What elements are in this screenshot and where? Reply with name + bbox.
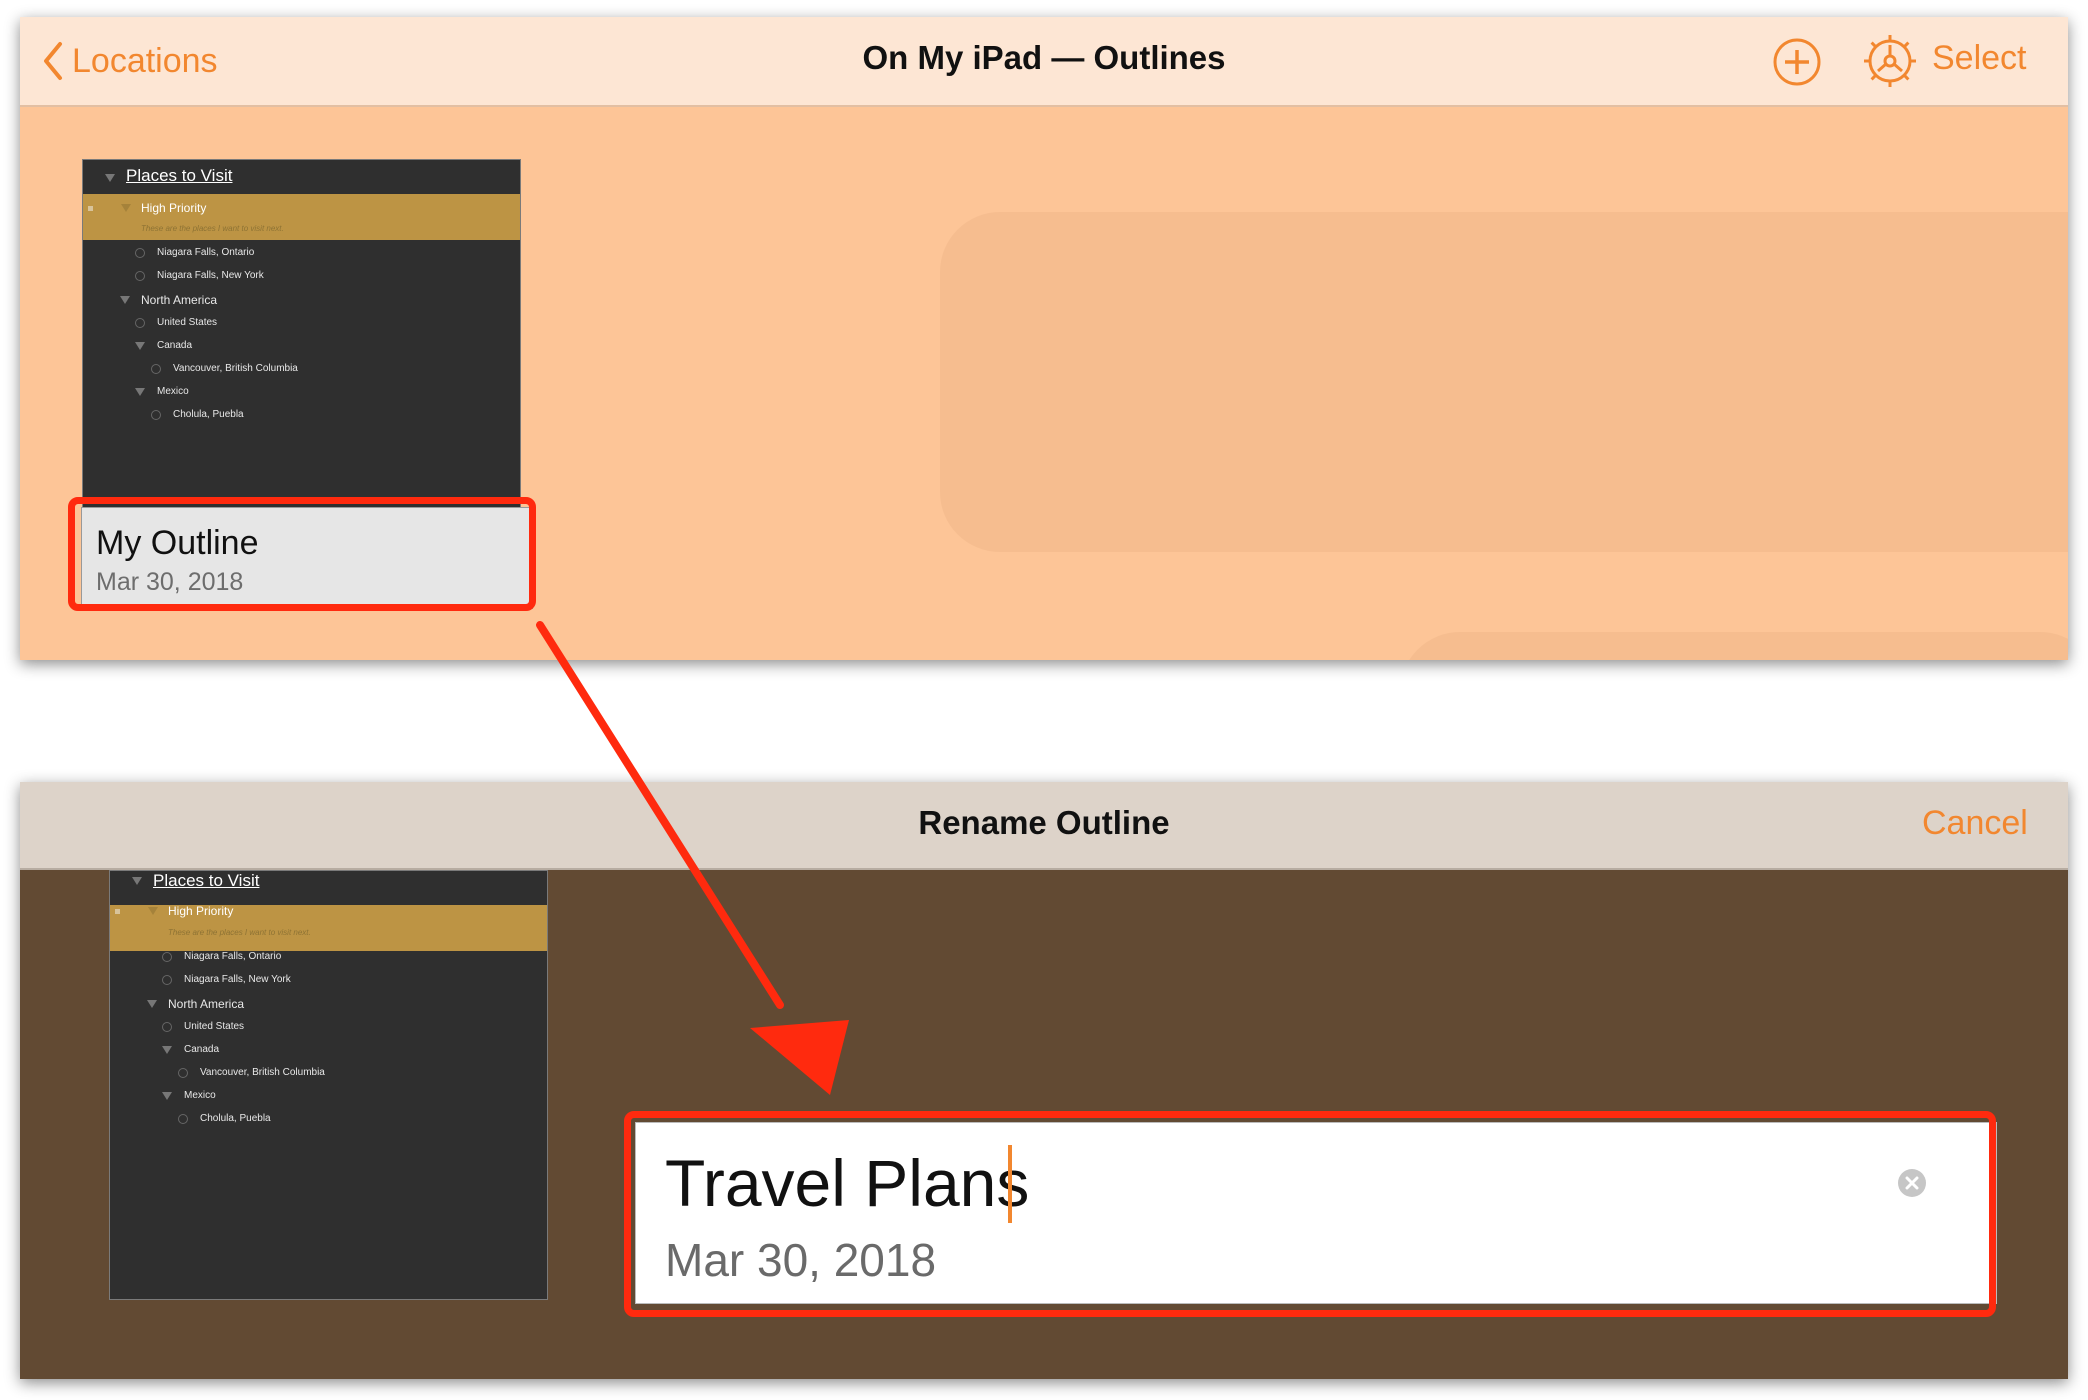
plus-circle-icon (1773, 38, 1821, 86)
select-button[interactable]: Select (1932, 39, 2027, 78)
disclosure-triangle-icon (132, 877, 142, 885)
cancel-button[interactable]: Cancel (1922, 804, 2028, 843)
preview-item: Niagara Falls, Ontario (184, 951, 282, 962)
disclosure-triangle-icon (105, 174, 115, 182)
settings-button[interactable] (1860, 31, 1920, 96)
preview-note: These are the places I want to visit nex… (141, 224, 284, 233)
preview-item: Vancouver, British Columbia (200, 1067, 325, 1078)
preview-item: Mexico (157, 386, 189, 397)
outline-preview-thumbnail: Places to Visit High Priority These are … (109, 870, 548, 1300)
gear-icon (1864, 35, 1916, 87)
bullet-icon (151, 364, 161, 374)
preview-item: Niagara Falls, Ontario (157, 247, 255, 258)
bullet-icon (162, 975, 172, 985)
preview-item: Niagara Falls, New York (157, 270, 264, 281)
page-title: On My iPad — Outlines (862, 39, 1226, 76)
preview-item: United States (184, 1021, 245, 1032)
preview-title: Places to Visit (126, 166, 233, 185)
background-decoration (940, 212, 2068, 552)
highlight-box (68, 497, 536, 611)
bullet-icon (135, 318, 145, 328)
disclosure-triangle-icon (147, 1000, 157, 1008)
preview-note: These are the places I want to visit nex… (168, 928, 311, 937)
disclosure-triangle-icon (120, 296, 130, 304)
row-handle-icon (115, 909, 120, 914)
disclosure-triangle-icon (121, 204, 131, 212)
bullet-icon (178, 1068, 188, 1078)
bullet-icon (162, 952, 172, 962)
preview-item: Canada (184, 1044, 220, 1055)
preview-high-priority: High Priority (168, 904, 234, 918)
preview-item: Mexico (184, 1090, 216, 1101)
navigation-bar: Locations On My iPad — Outlines Select (20, 17, 2068, 107)
preview-item: Niagara Falls, New York (184, 974, 291, 985)
bullet-icon (151, 410, 161, 420)
bullet-icon (135, 248, 145, 258)
preview-item: Vancouver, British Columbia (173, 363, 298, 374)
highlight-box (624, 1111, 1996, 1317)
navigation-bar: Rename Outline Cancel (20, 782, 2068, 870)
row-handle-icon (88, 206, 93, 211)
outline-preview-thumbnail[interactable]: Places to Visit High Priority These are … (82, 159, 521, 511)
preview-north-america: North America (168, 997, 245, 1011)
preview-item: United States (157, 317, 218, 328)
bullet-icon (162, 1022, 172, 1032)
bullet-icon (178, 1114, 188, 1124)
preview-item: Cholula, Puebla (173, 409, 244, 420)
disclosure-triangle-icon (162, 1046, 172, 1054)
disclosure-triangle-icon (162, 1092, 172, 1100)
page-title: Rename Outline (918, 804, 1170, 841)
disclosure-triangle-icon (135, 388, 145, 396)
background-decoration (1400, 632, 2068, 660)
disclosure-triangle-icon (148, 907, 158, 915)
preview-item: Canada (157, 340, 193, 351)
preview-title: Places to Visit (153, 871, 260, 890)
preview-high-priority: High Priority (141, 201, 207, 215)
preview-item: Cholula, Puebla (200, 1113, 271, 1124)
disclosure-triangle-icon (135, 342, 145, 350)
add-outline-button[interactable] (1772, 37, 1822, 92)
bullet-icon (135, 271, 145, 281)
preview-north-america: North America (141, 293, 218, 307)
